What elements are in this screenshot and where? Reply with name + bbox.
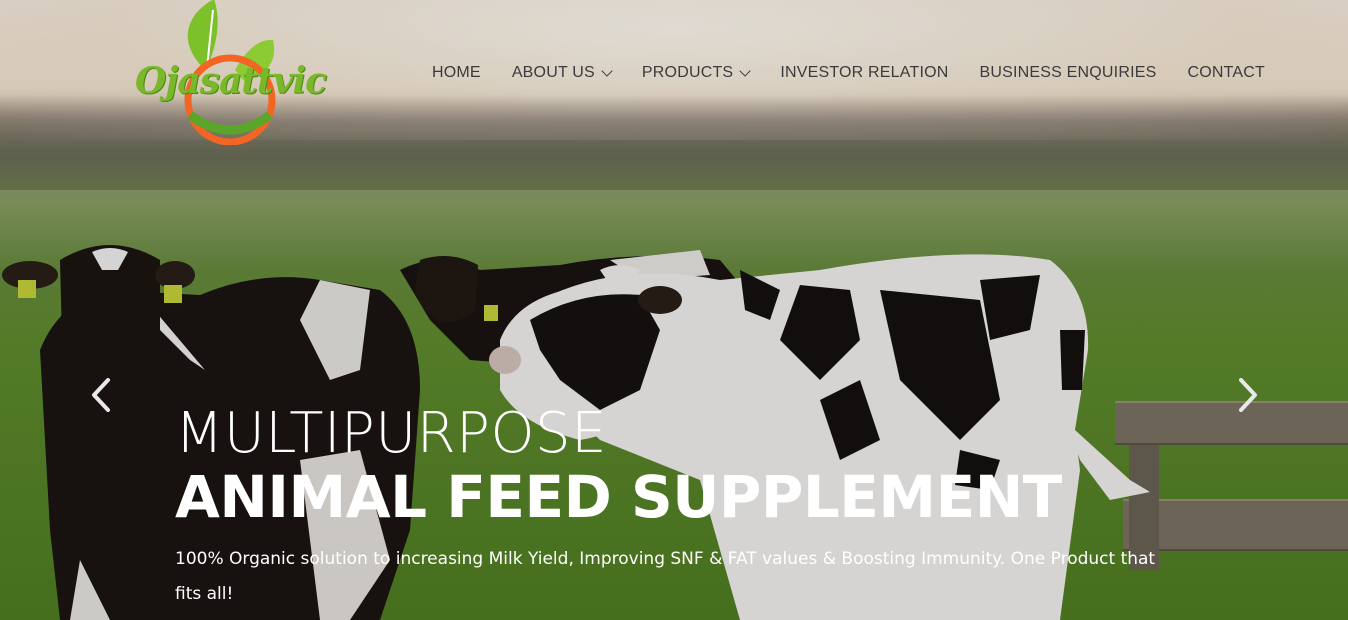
nav-item-label: INVESTOR RELATION [780, 64, 949, 81]
nav-item-business-enquiries[interactable]: BUSINESS ENQUIRIES [980, 64, 1157, 82]
nav-item-label: BUSINESS ENQUIRIES [979, 64, 1157, 81]
logo-text: Ojasattvic [135, 60, 327, 102]
nav-item-investor-relation[interactable]: INVESTOR RELATION [780, 64, 948, 82]
slider-next-button[interactable] [1237, 378, 1259, 412]
nav-item-contact[interactable]: CONTACT [1187, 64, 1265, 82]
chevron-right-icon [1239, 378, 1257, 412]
hero-description: 100% Organic solution to increasing Milk… [175, 549, 1156, 604]
nav-item-label: CONTACT [1187, 64, 1266, 81]
chevron-left-icon [92, 378, 110, 412]
hero-slider: Ojasattvic HOME ABOUT US PRODUCTS INVEST… [0, 0, 1348, 620]
brand-logo[interactable]: Ojasattvic [135, 0, 327, 146]
slider-prev-button[interactable] [90, 378, 112, 412]
main-nav: HOME ABOUT US PRODUCTS INVESTOR RELATION… [432, 64, 1265, 82]
chevron-down-icon [601, 65, 613, 77]
nav-item-label: HOME [432, 64, 481, 81]
nav-item-about-us[interactable]: ABOUT US [511, 64, 613, 82]
site-header: Ojasattvic HOME ABOUT US PRODUCTS INVEST… [0, 0, 1348, 146]
nav-item-home[interactable]: HOME [432, 64, 481, 82]
chevron-down-icon [739, 65, 751, 77]
nav-item-products[interactable]: PRODUCTS [641, 64, 751, 82]
nav-item-label: ABOUT US [511, 64, 595, 81]
hero-title-line2: ANIMAL FEED SUPPLEMENT [175, 463, 1062, 531]
hero-caption: MULTIPURPOSE ANIMAL FEED SUPPLEMENT 100%… [175, 400, 1155, 612]
hero-title-line1: MULTIPURPOSE [175, 401, 607, 466]
nav-item-label: PRODUCTS [641, 64, 734, 81]
